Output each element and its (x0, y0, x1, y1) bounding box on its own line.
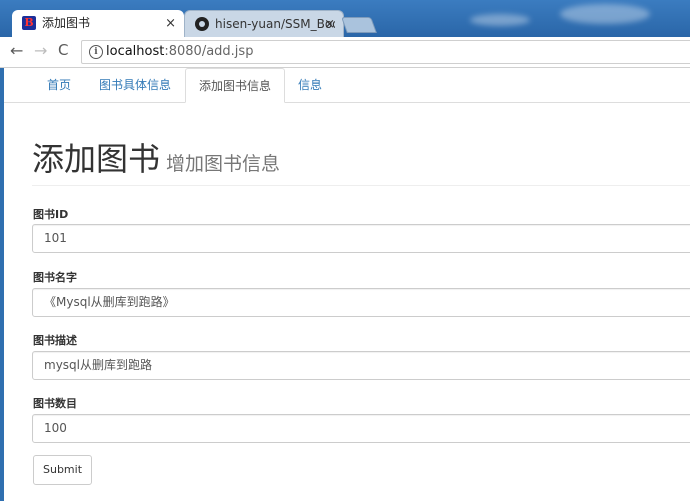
tab-title: hisen-yuan/SSM_Book (215, 17, 335, 31)
nav-tabs: 首页 图书具体信息 添加图书信息 信息 (4, 68, 690, 103)
book-count-input[interactable]: 100 (32, 414, 690, 443)
browser-toolbar: ← → C i localhost:8080/add.jsp (0, 37, 690, 68)
label-book-count: 图书数目 (33, 397, 77, 410)
tab-info[interactable]: 信息 (285, 68, 335, 102)
browser-tab-strip: B 添加图书 × hisen-yuan/SSM_Book × (0, 0, 690, 37)
book-description-input[interactable]: mysql从删库到跑路 (32, 351, 690, 380)
close-tab-icon[interactable]: × (165, 10, 176, 37)
page-subtitle: 增加图书信息 (166, 153, 281, 175)
tab-home[interactable]: 首页 (34, 68, 84, 102)
header-divider (32, 185, 690, 186)
new-tab-button[interactable] (341, 17, 377, 33)
github-icon (195, 17, 209, 31)
close-tab-icon[interactable]: × (324, 11, 335, 37)
book-name-input[interactable]: 《Mysql从删库到跑路》 (32, 288, 690, 317)
page-title: 添加图书 (32, 140, 161, 178)
page-header: 添加图书 增加图书信息 (32, 134, 280, 180)
reload-icon[interactable]: C (58, 41, 68, 59)
submit-button[interactable]: Submit (33, 455, 92, 485)
label-book-name: 图书名字 (33, 271, 77, 284)
background-cloud (470, 14, 530, 26)
tab-book-details[interactable]: 图书具体信息 (86, 68, 184, 102)
tab-add-book[interactable]: 添加图书信息 (185, 68, 286, 103)
browser-tab-github[interactable]: hisen-yuan/SSM_Book × (184, 10, 344, 37)
url-text: localhost:8080/add.jsp (106, 44, 254, 59)
web-page: 首页 图书具体信息 添加图书信息 信息 添加图书 增加图书信息 图书ID 101 … (4, 68, 690, 501)
background-cloud (560, 4, 650, 24)
tab-title: 添加图书 (42, 16, 91, 30)
info-icon[interactable]: i (89, 45, 103, 59)
label-book-id: 图书ID (33, 208, 69, 221)
forward-arrow-icon[interactable]: → (34, 41, 47, 60)
site-favicon-icon: B (22, 16, 36, 30)
browser-tab-add-book[interactable]: B 添加图书 × (12, 10, 184, 37)
label-book-description: 图书描述 (33, 334, 77, 347)
address-bar[interactable]: i localhost:8080/add.jsp (81, 40, 690, 64)
book-id-input[interactable]: 101 (32, 224, 690, 253)
back-arrow-icon[interactable]: ← (10, 41, 23, 60)
